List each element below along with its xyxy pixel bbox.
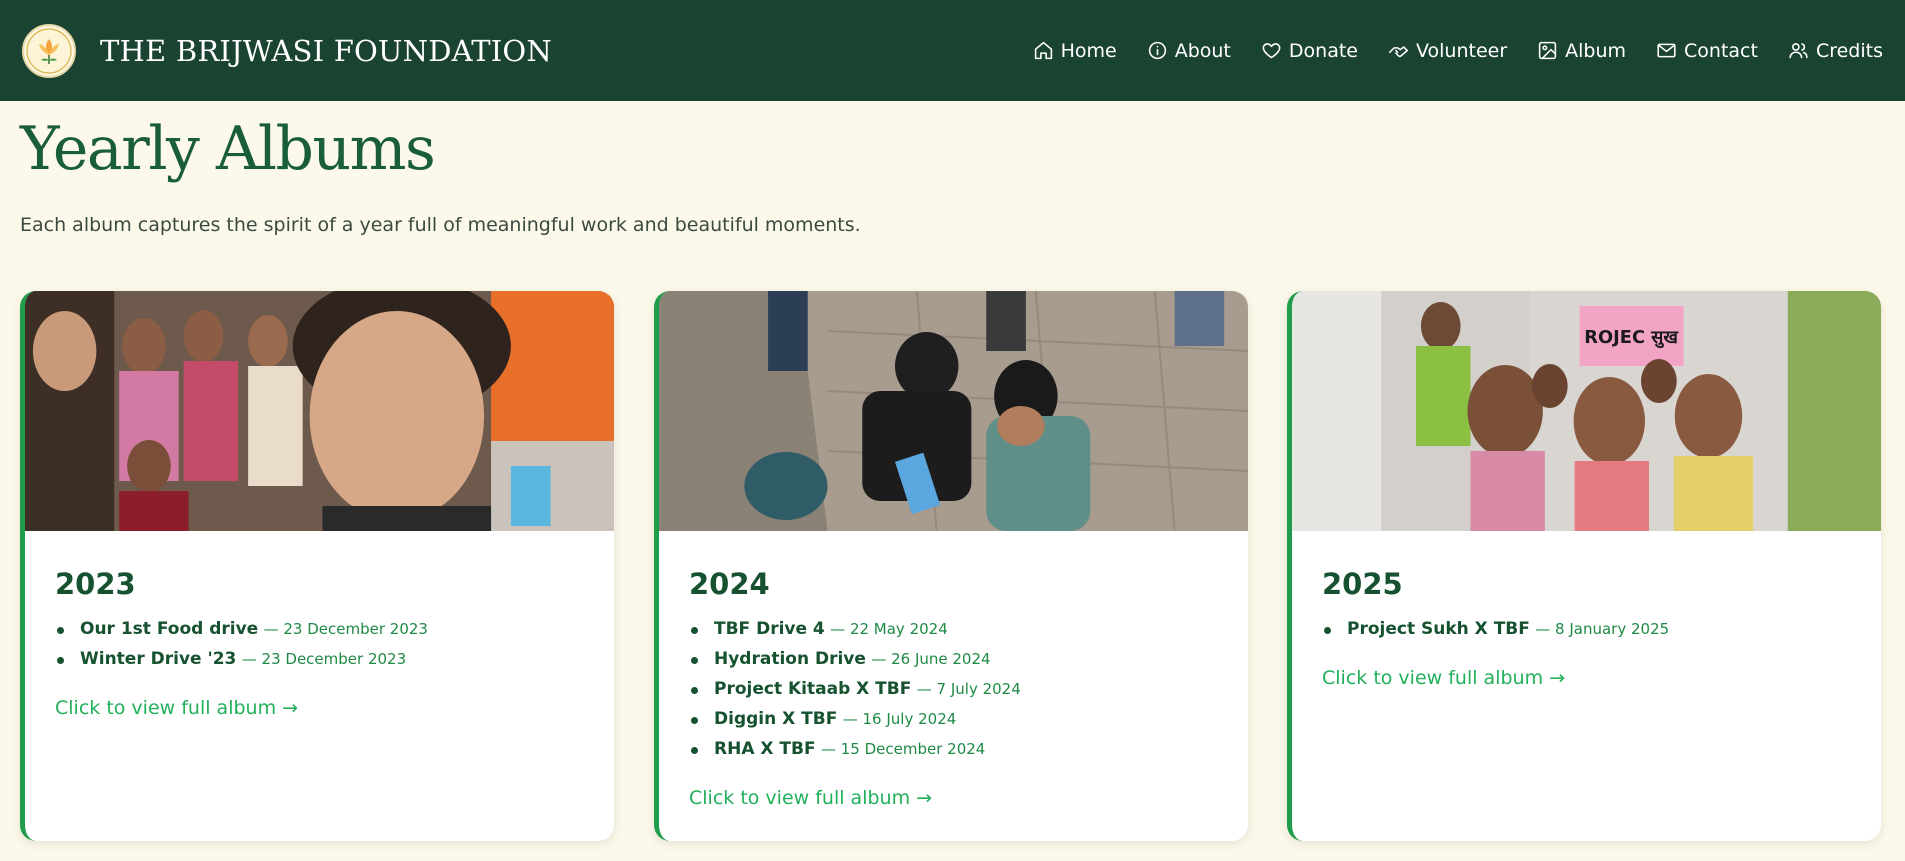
nav-label: Home bbox=[1060, 39, 1117, 62]
nav-label: About bbox=[1174, 39, 1231, 62]
view-album-link[interactable]: Click to view full album → bbox=[55, 697, 298, 719]
card-body: 2023 Our 1st Food drive — 23 December 20… bbox=[25, 531, 614, 719]
event-name: Project Kitaab X TBF bbox=[714, 679, 912, 699]
nav-home[interactable]: Home bbox=[1033, 40, 1117, 62]
nav-label: Album bbox=[1565, 39, 1627, 62]
children-peace-sign-photo: ROJEC सुख bbox=[1292, 291, 1881, 531]
event-name: Diggin X TBF bbox=[714, 709, 838, 729]
brand-name[interactable]: THE BRIJWASI FOUNDATION bbox=[100, 34, 552, 68]
event-name: Project Sukh X TBF bbox=[1347, 619, 1530, 639]
nav-label: Donate bbox=[1288, 39, 1358, 62]
list-item[interactable]: TBF Drive 4 — 22 May 2024 bbox=[689, 619, 1218, 641]
nav-contact[interactable]: Contact bbox=[1656, 40, 1758, 62]
album-card-2025[interactable]: ROJEC सुख 2025 Project Sukh X TBF — 8 Ja… bbox=[1287, 291, 1881, 841]
card-body: 2025 Project Sukh X TBF — 8 January 2025… bbox=[1292, 531, 1881, 689]
event-name: Winter Drive '23 bbox=[80, 649, 237, 669]
event-date: — 15 December 2024 bbox=[821, 740, 986, 758]
list-item[interactable]: Hydration Drive — 26 June 2024 bbox=[689, 649, 1218, 671]
event-name: Hydration Drive bbox=[714, 649, 866, 669]
event-date: — 23 December 2023 bbox=[263, 620, 428, 638]
nav-album[interactable]: Album bbox=[1537, 40, 1626, 62]
view-album-link[interactable]: Click to view full album → bbox=[1322, 667, 1565, 689]
event-list: TBF Drive 4 — 22 May 2024 Hydration Driv… bbox=[689, 619, 1218, 761]
album-card-2023[interactable]: 2023 Our 1st Food drive — 23 December 20… bbox=[20, 291, 614, 841]
event-list: Our 1st Food drive — 23 December 2023 Wi… bbox=[55, 619, 584, 671]
nav-volunteer[interactable]: Volunteer bbox=[1388, 40, 1507, 62]
list-item[interactable]: Diggin X TBF — 16 July 2024 bbox=[689, 709, 1218, 731]
main-nav: Home About Donate Volunteer Album Contac… bbox=[1033, 40, 1883, 62]
nav-about[interactable]: About bbox=[1147, 40, 1231, 62]
view-album-link[interactable]: Click to view full album → bbox=[689, 787, 932, 809]
foundation-logo[interactable] bbox=[22, 23, 76, 78]
nav-label: Credits bbox=[1815, 39, 1883, 62]
event-date: — 22 May 2024 bbox=[830, 620, 948, 638]
event-name: RHA X TBF bbox=[714, 739, 816, 759]
mail-icon bbox=[1657, 43, 1676, 58]
volunteers-kneeling-photo bbox=[659, 291, 1248, 531]
brand[interactable]: THE BRIJWASI FOUNDATION bbox=[22, 23, 552, 78]
list-item[interactable]: Our 1st Food drive — 23 December 2023 bbox=[55, 619, 584, 641]
heart-icon bbox=[1262, 43, 1281, 59]
event-date: — 26 June 2024 bbox=[871, 650, 991, 668]
group-selfie-photo bbox=[25, 291, 614, 531]
list-item[interactable]: Winter Drive '23 — 23 December 2023 bbox=[55, 649, 584, 671]
album-year: 2025 bbox=[1322, 567, 1403, 601]
nav-label: Contact bbox=[1684, 39, 1758, 62]
nav-label: Volunteer bbox=[1415, 39, 1508, 62]
image-icon bbox=[1538, 41, 1557, 60]
list-item[interactable]: RHA X TBF — 15 December 2024 bbox=[689, 739, 1218, 761]
album-card-2024[interactable]: 2024 TBF Drive 4 — 22 May 2024 Hydration… bbox=[654, 291, 1248, 841]
event-name: TBF Drive 4 bbox=[714, 619, 825, 639]
handshake-icon bbox=[1388, 46, 1409, 58]
info-icon bbox=[1148, 41, 1166, 60]
nav-credits[interactable]: Credits bbox=[1788, 40, 1883, 62]
event-name: Our 1st Food drive bbox=[80, 619, 259, 639]
page-title: Yearly Albums bbox=[20, 114, 436, 184]
event-list: Project Sukh X TBF — 8 January 2025 bbox=[1322, 619, 1851, 641]
album-year: 2023 bbox=[55, 567, 136, 601]
event-date: — 7 July 2024 bbox=[916, 680, 1021, 698]
event-date: — 16 July 2024 bbox=[842, 710, 957, 728]
card-body: 2024 TBF Drive 4 — 22 May 2024 Hydration… bbox=[659, 531, 1248, 809]
album-year: 2024 bbox=[689, 567, 770, 601]
nav-donate[interactable]: Donate bbox=[1261, 40, 1358, 62]
lotus-logo-icon bbox=[26, 27, 72, 74]
list-item[interactable]: Project Kitaab X TBF — 7 July 2024 bbox=[689, 679, 1218, 701]
event-date: — 8 January 2025 bbox=[1535, 620, 1670, 638]
page-subtitle: Each album captures the spirit of a year… bbox=[20, 214, 861, 236]
users-icon bbox=[1789, 43, 1808, 59]
home-icon bbox=[1034, 41, 1052, 60]
sign-text: ROJEC सुख bbox=[1584, 327, 1679, 349]
event-date: — 23 December 2023 bbox=[241, 650, 407, 668]
list-item[interactable]: Project Sukh X TBF — 8 January 2025 bbox=[1322, 619, 1851, 641]
site-header: THE BRIJWASI FOUNDATION Home About Donat… bbox=[0, 0, 1905, 101]
